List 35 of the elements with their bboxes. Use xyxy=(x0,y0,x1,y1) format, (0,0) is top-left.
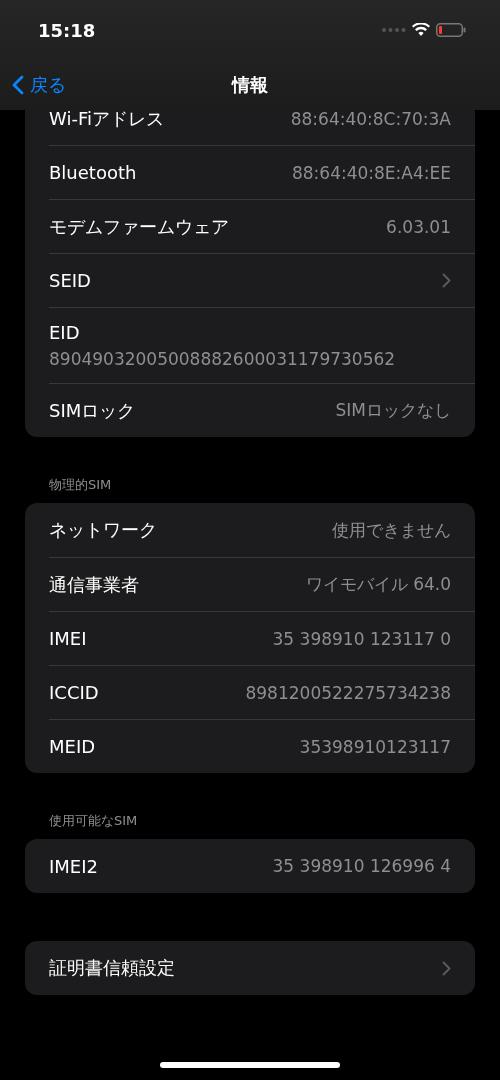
back-chevron-icon xyxy=(12,75,24,95)
page-title: 情報 xyxy=(232,73,268,97)
signal-icon xyxy=(382,28,406,32)
row-label: MEID xyxy=(49,736,96,757)
row-value: 使用できません xyxy=(332,518,451,542)
row-value: SIMロックなし xyxy=(335,399,451,422)
row-value: 35 398910 126996 4 xyxy=(272,856,451,876)
row-value: 35398910123117 xyxy=(299,736,451,757)
wifi-icon xyxy=(412,23,430,37)
back-button[interactable]: 戻る xyxy=(12,73,66,97)
chevron-icon xyxy=(442,960,451,976)
status-time: 15:18 xyxy=(38,19,96,41)
chevron-icon xyxy=(442,273,451,288)
row-value: 6.03.01 xyxy=(386,216,451,237)
row-value: 89049032005008882600031179730562 xyxy=(49,349,396,369)
row-label: モデムファームウェア xyxy=(49,214,229,239)
section-header: 物理的SIM xyxy=(49,476,113,494)
row-label: Bluetooth xyxy=(49,162,137,183)
row-label: SIMロック xyxy=(49,398,136,423)
row-label: 通信事業者 xyxy=(49,572,139,597)
row-value: ワイモバイル 64.0 xyxy=(305,573,451,596)
row-value: 88:64:40:8E:A4:EE xyxy=(291,162,451,183)
row-value: 8981200522275734238 xyxy=(245,682,451,703)
row-label: ICCID xyxy=(49,682,99,703)
row-value: 88:64:40:8C:70:3A xyxy=(290,108,451,129)
row-label: Wi-Fiアドレス xyxy=(49,106,164,131)
row-label: IMEI xyxy=(49,628,87,649)
row-value: 35 398910 123117 0 xyxy=(272,628,451,649)
row-label: IMEI2 xyxy=(49,855,98,877)
row-label: EID xyxy=(49,322,80,343)
row-label: ネットワーク xyxy=(49,518,157,542)
list-item[interactable]: SEID xyxy=(49,253,475,307)
section-header: 使用可能なSIM xyxy=(49,812,139,830)
list-item[interactable]: 証明書信頼設定 xyxy=(49,941,475,995)
battery-icon xyxy=(436,23,466,37)
